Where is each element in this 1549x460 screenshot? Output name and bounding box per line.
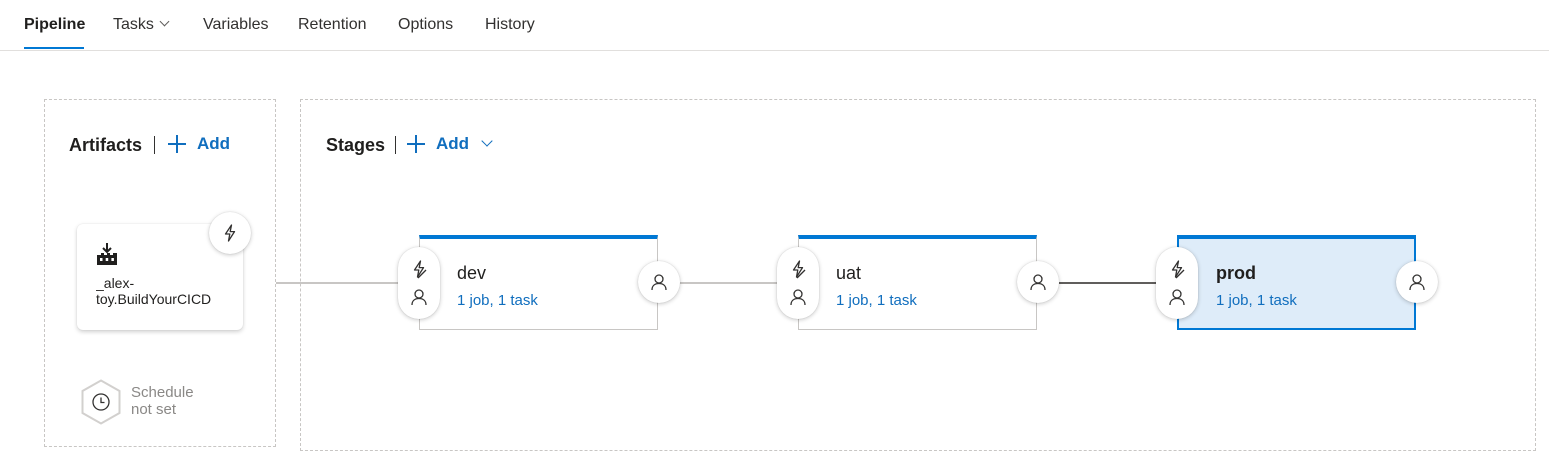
stage-name: prod xyxy=(1216,263,1256,283)
post-deployment-conditions-uat[interactable] xyxy=(1017,261,1059,303)
tab-options[interactable]: Options xyxy=(398,16,453,34)
person-icon xyxy=(1030,274,1046,291)
stage-name: uat xyxy=(836,263,862,283)
continuous-deployment-trigger-button[interactable] xyxy=(209,212,251,254)
connector-uat-to-prod xyxy=(1059,282,1157,284)
post-deployment-conditions-prod[interactable] xyxy=(1396,261,1438,303)
schedule-label: Schedule not set xyxy=(131,384,194,418)
chevron-down-icon xyxy=(159,16,170,27)
stage-name: dev xyxy=(457,263,487,283)
artifact-name-line-2: toy.BuildYourCICD xyxy=(96,291,212,307)
stage-jobs-link[interactable]: 1 job, 1 task xyxy=(1216,292,1297,309)
lightning-slash-icon xyxy=(413,260,427,279)
pre-deployment-conditions-uat[interactable] xyxy=(777,247,819,319)
schedule-label-line-2: not set xyxy=(131,401,177,418)
person-icon xyxy=(651,274,667,291)
artifacts-title-separator xyxy=(154,136,155,154)
pre-deployment-conditions-prod[interactable] xyxy=(1156,247,1198,319)
tab-bar: Pipeline Tasks Variables Retention Optio… xyxy=(0,0,1549,51)
add-stage-label: Add xyxy=(436,134,470,153)
stage-card-dev[interactable]: dev 1 job, 1 task xyxy=(419,235,658,330)
person-icon xyxy=(790,289,806,306)
build-artifact-icon xyxy=(97,243,117,265)
tab-tasks-label: Tasks xyxy=(113,16,154,33)
connector-dev-to-uat xyxy=(680,282,778,284)
stage-jobs-link[interactable]: 1 job, 1 task xyxy=(457,292,538,309)
stage-jobs-link[interactable]: 1 job, 1 task xyxy=(836,292,917,309)
tab-pipeline[interactable]: Pipeline xyxy=(24,16,85,34)
stage-card-prod[interactable]: prod 1 job, 1 task xyxy=(1177,235,1416,330)
artifact-name-line-1: _alex- xyxy=(96,275,135,291)
tab-history[interactable]: History xyxy=(485,16,535,34)
add-stage-button[interactable]: Add xyxy=(407,134,493,154)
schedule-button[interactable] xyxy=(80,379,122,425)
post-deployment-conditions-dev[interactable] xyxy=(638,261,680,303)
schedule-label-line-1: Schedule xyxy=(131,384,194,401)
tab-retention[interactable]: Retention xyxy=(298,16,367,34)
stages-title: Stages xyxy=(326,135,386,155)
person-icon xyxy=(411,289,427,306)
plus-icon xyxy=(168,135,186,153)
pre-deployment-conditions-dev[interactable] xyxy=(398,247,440,319)
tab-variables[interactable]: Variables xyxy=(203,16,269,34)
artifacts-title: Artifacts xyxy=(69,135,143,155)
stages-title-separator xyxy=(395,136,396,154)
plus-icon xyxy=(407,135,425,153)
lightning-slash-icon xyxy=(1171,260,1185,279)
add-artifact-label: Add xyxy=(197,134,231,153)
person-icon xyxy=(1169,289,1185,306)
tab-tasks[interactable]: Tasks xyxy=(113,16,170,34)
active-tab-indicator xyxy=(24,47,84,49)
person-icon xyxy=(1409,274,1425,291)
connector-artifact-to-dev xyxy=(276,282,398,284)
lightning-icon xyxy=(224,224,236,242)
artifact-name: _alex- toy.BuildYourCICD xyxy=(96,275,242,307)
add-artifact-button[interactable]: Add xyxy=(168,134,230,154)
chevron-down-icon xyxy=(481,135,493,147)
stage-card-uat[interactable]: uat 1 job, 1 task xyxy=(798,235,1037,330)
lightning-slash-icon xyxy=(792,260,806,279)
